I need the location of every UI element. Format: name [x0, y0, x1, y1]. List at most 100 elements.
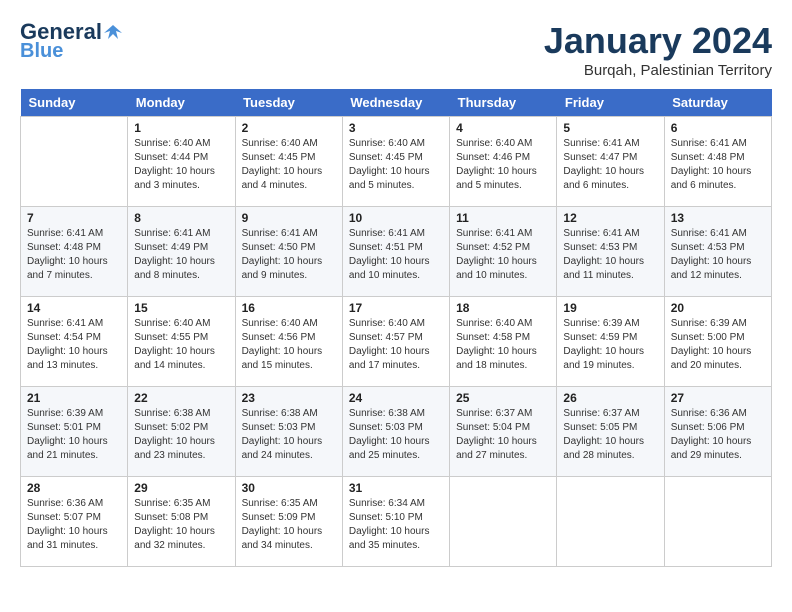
calendar-cell: [557, 477, 664, 567]
cell-content: Sunrise: 6:41 AM Sunset: 4:51 PM Dayligh…: [349, 227, 443, 283]
calendar-cell: 22Sunrise: 6:38 AM Sunset: 5:02 PM Dayli…: [128, 387, 235, 477]
cell-content: Sunrise: 6:40 AM Sunset: 4:56 PM Dayligh…: [242, 317, 336, 373]
cell-content: Sunrise: 6:36 AM Sunset: 5:06 PM Dayligh…: [671, 407, 765, 463]
cell-content: Sunrise: 6:39 AM Sunset: 5:00 PM Dayligh…: [671, 317, 765, 373]
calendar-cell: 13 Sunrise: 6:41 AM Sunset: 4:53 PM Dayli…: [664, 207, 771, 297]
header-row: SundayMondayTuesdayWednesdayThursdayFrid…: [21, 89, 772, 117]
week-row-4: 21 Sunrise: 6:39 AM Sunset: 5:01 PM Dayli…: [21, 387, 772, 477]
week-row-5: 28 Sunrise: 6:36 AM Sunset: 5:07 PM Dayli…: [21, 477, 772, 567]
cell-content: Sunrise: 6:39 AM Sunset: 4:59 PM Dayligh…: [563, 317, 657, 373]
calendar-cell: 2Sunrise: 6:40 AM Sunset: 4:45 PM Daylig…: [235, 117, 342, 207]
calendar-cell: 5Sunrise: 6:41 AM Sunset: 4:47 PM Daylig…: [557, 117, 664, 207]
day-number: 9: [242, 211, 336, 225]
day-number: 19: [563, 301, 657, 315]
day-number: 29: [134, 481, 228, 495]
day-number: 25: [456, 391, 550, 405]
calendar-cell: 27 Sunrise: 6:36 AM Sunset: 5:06 PM Dayli…: [664, 387, 771, 477]
calendar-cell: 20 Sunrise: 6:39 AM Sunset: 5:00 PM Dayli…: [664, 297, 771, 387]
calendar-cell: [664, 477, 771, 567]
location: Burqah, Palestinian Territory: [544, 62, 772, 79]
week-row-1: 1 Sunrise: 6:40 AM Sunset: 4:44 PM Daylig…: [21, 117, 772, 207]
day-number: 8: [134, 211, 228, 225]
calendar-cell: 6Sunrise: 6:41 AM Sunset: 4:48 PM Daylig…: [664, 117, 771, 207]
cell-content: Sunrise: 6:40 AM Sunset: 4:45 PM Dayligh…: [349, 137, 443, 193]
day-number: 10: [349, 211, 443, 225]
calendar-cell: 9 Sunrise: 6:41 AM Sunset: 4:50 PM Daylig…: [235, 207, 342, 297]
calendar-cell: [21, 117, 128, 207]
day-number: 15: [134, 301, 228, 315]
calendar-cell: 12 Sunrise: 6:41 AM Sunset: 4:53 PM Dayli…: [557, 207, 664, 297]
cell-content: Sunrise: 6:34 AM Sunset: 5:10 PM Dayligh…: [349, 497, 443, 553]
cell-content: Sunrise: 6:40 AM Sunset: 4:58 PM Dayligh…: [456, 317, 550, 373]
day-number: 3: [349, 121, 443, 135]
calendar-cell: 24Sunrise: 6:38 AM Sunset: 5:03 PM Dayli…: [342, 387, 449, 477]
calendar-cell: 18 Sunrise: 6:40 AM Sunset: 4:58 PM Dayli…: [450, 297, 557, 387]
cell-content: Sunrise: 6:35 AM Sunset: 5:08 PM Dayligh…: [134, 497, 228, 553]
calendar-cell: 28 Sunrise: 6:36 AM Sunset: 5:07 PM Dayli…: [21, 477, 128, 567]
cell-content: Sunrise: 6:41 AM Sunset: 4:53 PM Dayligh…: [563, 227, 657, 283]
day-number: 26: [563, 391, 657, 405]
cell-content: Sunrise: 6:40 AM Sunset: 4:55 PM Dayligh…: [134, 317, 228, 373]
day-number: 16: [242, 301, 336, 315]
cell-content: Sunrise: 6:38 AM Sunset: 5:02 PM Dayligh…: [134, 407, 228, 463]
day-number: 1: [134, 121, 228, 135]
column-header-saturday: Saturday: [664, 89, 771, 117]
day-number: 30: [242, 481, 336, 495]
day-number: 4: [456, 121, 550, 135]
column-header-tuesday: Tuesday: [235, 89, 342, 117]
cell-content: Sunrise: 6:41 AM Sunset: 4:50 PM Dayligh…: [242, 227, 336, 283]
calendar-cell: 25 Sunrise: 6:37 AM Sunset: 5:04 PM Dayli…: [450, 387, 557, 477]
cell-content: Sunrise: 6:41 AM Sunset: 4:54 PM Dayligh…: [27, 317, 121, 373]
month-title: January 2024: [544, 20, 772, 62]
calendar-cell: 4 Sunrise: 6:40 AM Sunset: 4:46 PM Daylig…: [450, 117, 557, 207]
cell-content: Sunrise: 6:36 AM Sunset: 5:07 PM Dayligh…: [27, 497, 121, 553]
logo-bird-icon: [104, 23, 122, 41]
cell-content: Sunrise: 6:40 AM Sunset: 4:57 PM Dayligh…: [349, 317, 443, 373]
column-header-thursday: Thursday: [450, 89, 557, 117]
cell-content: Sunrise: 6:41 AM Sunset: 4:53 PM Dayligh…: [671, 227, 765, 283]
calendar-cell: 29 Sunrise: 6:35 AM Sunset: 5:08 PM Dayli…: [128, 477, 235, 567]
calendar-cell: 7 Sunrise: 6:41 AM Sunset: 4:48 PM Daylig…: [21, 207, 128, 297]
cell-content: Sunrise: 6:40 AM Sunset: 4:46 PM Dayligh…: [456, 137, 550, 193]
page-header: General Blue January 2024 Burqah, Palest…: [20, 20, 772, 79]
column-header-sunday: Sunday: [21, 89, 128, 117]
calendar-cell: 23 Sunrise: 6:38 AM Sunset: 5:03 PM Dayli…: [235, 387, 342, 477]
calendar-cell: 19 Sunrise: 6:39 AM Sunset: 4:59 PM Dayli…: [557, 297, 664, 387]
day-number: 17: [349, 301, 443, 315]
calendar-cell: 21 Sunrise: 6:39 AM Sunset: 5:01 PM Dayli…: [21, 387, 128, 477]
column-header-friday: Friday: [557, 89, 664, 117]
logo: General Blue: [20, 20, 122, 62]
day-number: 11: [456, 211, 550, 225]
day-number: 27: [671, 391, 765, 405]
calendar-cell: 30Sunrise: 6:35 AM Sunset: 5:09 PM Dayli…: [235, 477, 342, 567]
cell-content: Sunrise: 6:38 AM Sunset: 5:03 PM Dayligh…: [242, 407, 336, 463]
cell-content: Sunrise: 6:41 AM Sunset: 4:48 PM Dayligh…: [671, 137, 765, 193]
cell-content: Sunrise: 6:39 AM Sunset: 5:01 PM Dayligh…: [27, 407, 121, 463]
calendar-cell: 11Sunrise: 6:41 AM Sunset: 4:52 PM Dayli…: [450, 207, 557, 297]
day-number: 12: [563, 211, 657, 225]
cell-content: Sunrise: 6:37 AM Sunset: 5:05 PM Dayligh…: [563, 407, 657, 463]
calendar-cell: 26 Sunrise: 6:37 AM Sunset: 5:05 PM Dayli…: [557, 387, 664, 477]
day-number: 7: [27, 211, 121, 225]
column-header-wednesday: Wednesday: [342, 89, 449, 117]
day-number: 31: [349, 481, 443, 495]
week-row-2: 7 Sunrise: 6:41 AM Sunset: 4:48 PM Daylig…: [21, 207, 772, 297]
cell-content: Sunrise: 6:41 AM Sunset: 4:48 PM Dayligh…: [27, 227, 121, 283]
calendar-table: SundayMondayTuesdayWednesdayThursdayFrid…: [20, 89, 772, 567]
cell-content: Sunrise: 6:37 AM Sunset: 5:04 PM Dayligh…: [456, 407, 550, 463]
day-number: 23: [242, 391, 336, 405]
day-number: 14: [27, 301, 121, 315]
day-number: 20: [671, 301, 765, 315]
calendar-cell: 31 Sunrise: 6:34 AM Sunset: 5:10 PM Dayli…: [342, 477, 449, 567]
logo-text-blue: Blue: [20, 40, 63, 62]
cell-content: Sunrise: 6:40 AM Sunset: 4:44 PM Dayligh…: [134, 137, 228, 193]
day-number: 21: [27, 391, 121, 405]
day-number: 28: [27, 481, 121, 495]
day-number: 18: [456, 301, 550, 315]
day-number: 2: [242, 121, 336, 135]
calendar-cell: 16 Sunrise: 6:40 AM Sunset: 4:56 PM Dayli…: [235, 297, 342, 387]
calendar-cell: 15 Sunrise: 6:40 AM Sunset: 4:55 PM Dayli…: [128, 297, 235, 387]
calendar-cell: 3 Sunrise: 6:40 AM Sunset: 4:45 PM Daylig…: [342, 117, 449, 207]
day-number: 13: [671, 211, 765, 225]
day-number: 5: [563, 121, 657, 135]
